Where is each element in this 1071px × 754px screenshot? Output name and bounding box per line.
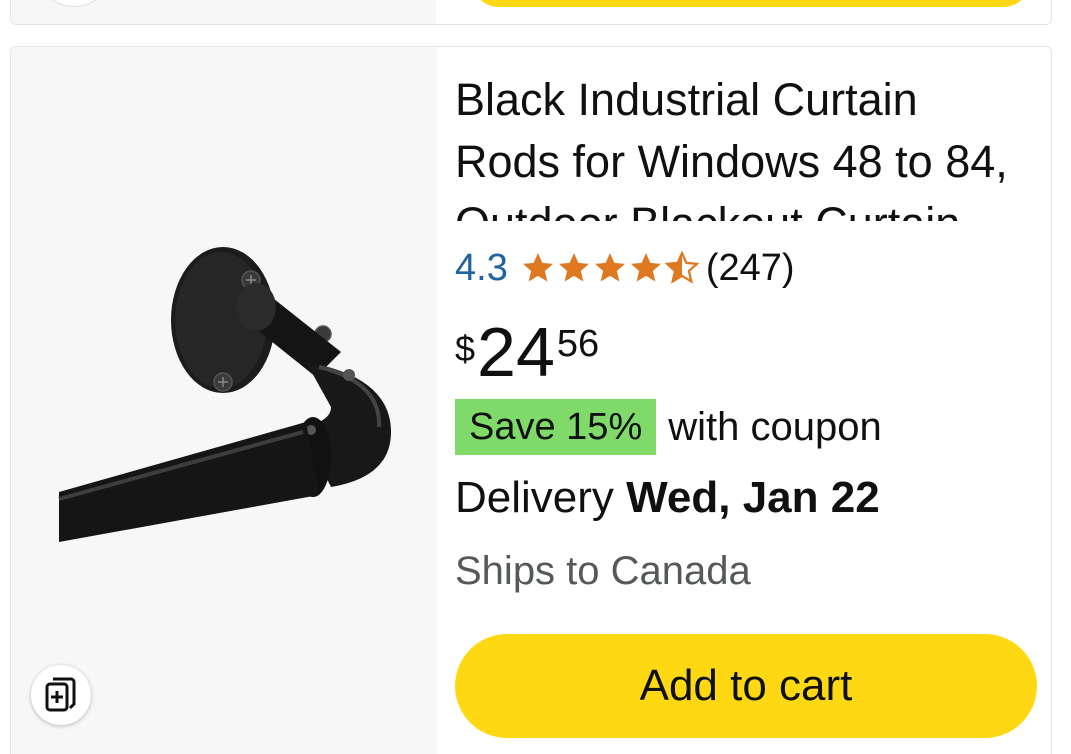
delivery-info: Delivery Wed, Jan 22: [455, 467, 880, 529]
star-rating[interactable]: [520, 251, 700, 285]
ships-to-text: Ships to Canada: [455, 549, 751, 593]
price: $ 24 56: [455, 315, 599, 389]
coupon-row: Save 15% with coupon: [455, 399, 882, 455]
product-card[interactable]: Black Industrial Curtain Rods for Window…: [10, 46, 1052, 754]
previous-add-to-cart-button[interactable]: [471, 0, 1031, 7]
coupon-text: with coupon: [668, 404, 882, 449]
product-image-panel[interactable]: [11, 47, 437, 754]
delivery-date: Wed, Jan 22: [626, 473, 880, 522]
price-currency-symbol: $: [455, 328, 476, 369]
price-whole: 24: [477, 313, 555, 391]
half-star-icon: [664, 251, 700, 284]
product-image[interactable]: [51, 237, 411, 567]
search-results-page: Black Industrial Curtain Rods for Window…: [0, 0, 1071, 754]
coupon-badge: Save 15%: [455, 399, 657, 455]
rating-count[interactable]: (247): [706, 247, 795, 290]
add-to-compare-icon: [45, 677, 76, 712]
rating-row[interactable]: 4.3 (247): [455, 243, 795, 293]
star-icon: [558, 253, 589, 282]
rating-value[interactable]: 4.3: [455, 247, 508, 290]
previous-product-card: [10, 0, 1052, 25]
price-fraction: 56: [556, 323, 600, 365]
star-icon: [522, 253, 553, 282]
product-title[interactable]: Black Industrial Curtain Rods for Window…: [455, 69, 1035, 221]
previous-compare-button[interactable]: [41, 0, 107, 7]
add-to-cart-button[interactable]: Add to cart: [455, 634, 1037, 738]
star-icon: [630, 253, 661, 282]
add-to-compare-button[interactable]: [31, 665, 91, 725]
previous-product-image-panel: [11, 0, 436, 24]
delivery-label: Delivery: [455, 473, 627, 522]
star-icon: [594, 253, 625, 282]
